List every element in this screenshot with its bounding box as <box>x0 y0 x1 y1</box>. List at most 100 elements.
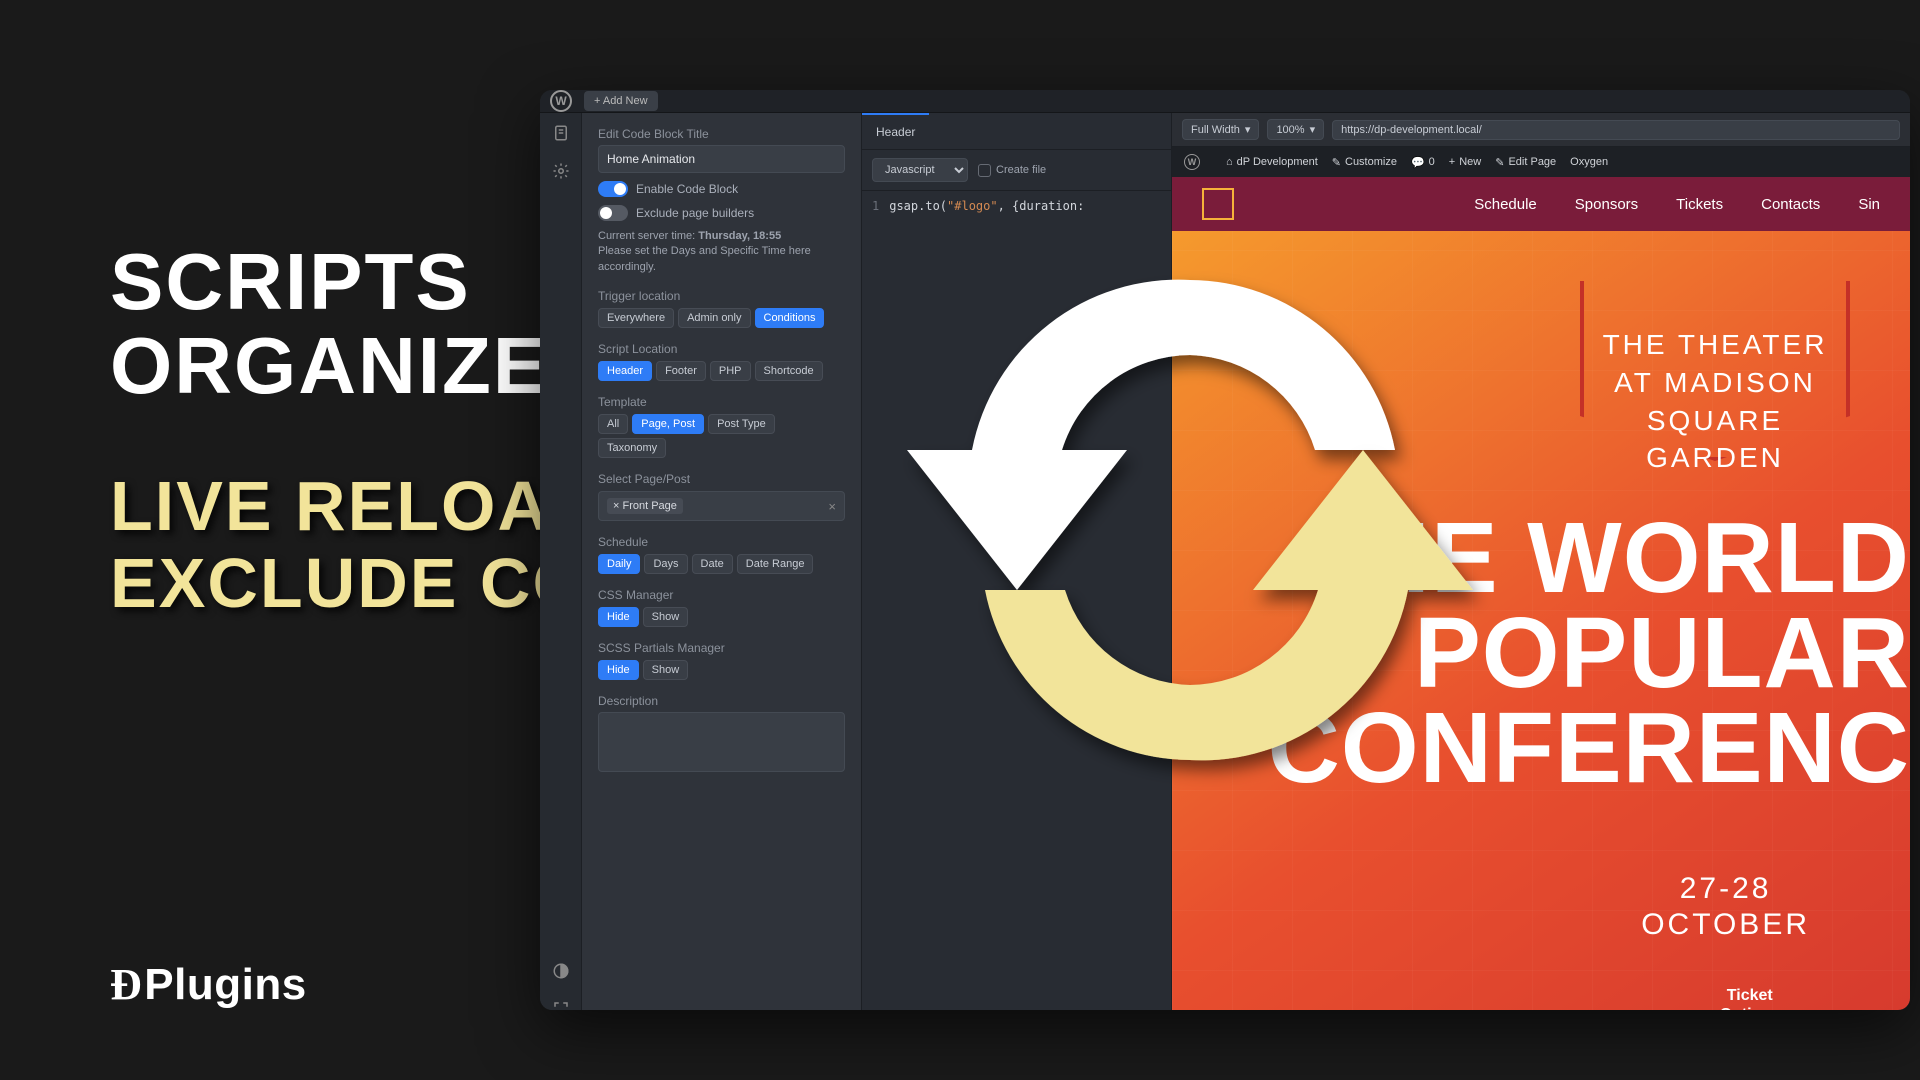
app-window: W + Add New Edit Code Block Title Enable… <box>540 90 1910 1010</box>
brand-mark: Ð <box>110 959 142 1010</box>
nav-more[interactable]: Sin <box>1858 196 1880 213</box>
hero-section: THE THEATER AT MADISON SQUARE GARDEN HE … <box>1172 231 1910 1010</box>
create-file-label: Create file <box>996 164 1046 176</box>
script-location-section: Script Location Header Footer PHP Shortc… <box>598 342 845 381</box>
description-section: Description <box>598 694 845 775</box>
select-page-section: Select Page/Post × Front Page × <box>598 472 845 521</box>
title-line-1: Scripts <box>110 237 471 326</box>
template-label: Template <box>598 395 845 409</box>
nav-tickets[interactable]: Tickets <box>1676 196 1723 213</box>
css-manager-section: CSS Manager Hide Show <box>598 588 845 627</box>
server-time-note: Current server time: Thursday, 18:55 Ple… <box>598 229 845 275</box>
site-logo[interactable] <box>1202 188 1234 220</box>
zoom-select[interactable]: 100%▾ <box>1267 119 1324 140</box>
schedule-section: Schedule Daily Days Date Date Range <box>598 535 845 574</box>
comments-link[interactable]: 💬 0 <box>1411 156 1435 169</box>
editor-tabs: Header <box>862 113 1171 150</box>
clear-icon[interactable]: × <box>828 499 836 514</box>
scss-options: Hide Show <box>598 660 845 680</box>
css-label: CSS Manager <box>598 588 845 602</box>
trigger-section: Trigger location Everywhere Admin only C… <box>598 289 845 328</box>
template-options: All Page, Post Post Type Taxonomy <box>598 414 845 458</box>
tab-header[interactable]: Header <box>862 113 929 149</box>
subtitle-line-1: Live Reload <box>110 467 603 545</box>
code-area[interactable]: 1 gsap.to("#logo", {duration: <box>862 191 1171 221</box>
nav-schedule[interactable]: Schedule <box>1474 196 1537 213</box>
enable-code-block-toggle[interactable] <box>598 181 628 197</box>
scss-show[interactable]: Show <box>643 660 689 680</box>
trigger-everywhere[interactable]: Everywhere <box>598 308 674 328</box>
select-page-input[interactable]: × Front Page × <box>598 491 845 521</box>
hero-overline: THE THEATER AT MADISON SQUARE GARDEN <box>1580 326 1850 477</box>
enable-label: Enable Code Block <box>636 182 738 196</box>
template-section: Template All Page, Post Post Type Taxono… <box>598 395 845 458</box>
loc-shortcode[interactable]: Shortcode <box>755 361 823 381</box>
css-hide[interactable]: Hide <box>598 607 639 627</box>
customize-link[interactable]: ✎ Customize <box>1332 156 1397 169</box>
url-bar[interactable]: https://dp-development.local/ <box>1332 120 1900 140</box>
nav-sponsors[interactable]: Sponsors <box>1575 196 1638 213</box>
oxygen-link[interactable]: Oxygen <box>1570 156 1608 168</box>
css-options: Hide Show <box>598 607 845 627</box>
nav-contacts[interactable]: Contacts <box>1761 196 1820 213</box>
enable-toggle-row: Enable Code Block <box>598 181 845 197</box>
tpl-taxonomy[interactable]: Taxonomy <box>598 438 666 458</box>
chevron-down-icon: ▾ <box>1310 123 1316 136</box>
width-select[interactable]: Full Width▾ <box>1182 119 1259 140</box>
hero-heading: HE WORLD POPULAR CONFERENC <box>1268 511 1910 796</box>
brand-text: Plugins <box>144 960 306 1010</box>
language-select[interactable]: Javascript <box>872 158 968 182</box>
tpl-page-post[interactable]: Page, Post <box>632 414 704 434</box>
new-link[interactable]: + New <box>1449 156 1481 168</box>
exclude-builders-toggle[interactable] <box>598 205 628 221</box>
app-topbar: W + Add New <box>540 90 1910 113</box>
trigger-label: Trigger location <box>598 289 845 303</box>
ticket-options[interactable]: Ticket Options <box>1720 986 1780 1010</box>
sched-date[interactable]: Date <box>692 554 733 574</box>
css-show[interactable]: Show <box>643 607 689 627</box>
selected-page-tag[interactable]: × Front Page <box>607 498 683 514</box>
checkbox-icon <box>978 164 991 177</box>
edit-title-label: Edit Code Block Title <box>598 127 845 141</box>
wp-icon[interactable]: W <box>1184 154 1212 170</box>
script-loc-options: Header Footer PHP Shortcode <box>598 361 845 381</box>
gear-icon[interactable] <box>551 161 571 181</box>
wp-admin-bar: W ⌂ dP Development ✎ Customize 💬 0 + New… <box>1172 147 1910 177</box>
app-body: Edit Code Block Title Enable Code Block … <box>540 113 1910 1010</box>
site-nav: Schedule Sponsors Tickets Contacts Sin <box>1172 177 1910 231</box>
scss-manager-section: SCSS Partials Manager Hide Show <box>598 641 845 680</box>
scss-hide[interactable]: Hide <box>598 660 639 680</box>
code-editor: Header Javascript Create file 1 gsap.to(… <box>862 113 1172 1010</box>
wordpress-icon[interactable]: W <box>550 90 572 112</box>
loc-php[interactable]: PHP <box>710 361 751 381</box>
preview-pane: Full Width▾ 100%▾ https://dp-development… <box>1172 113 1910 1010</box>
sched-range[interactable]: Date Range <box>737 554 814 574</box>
settings-sidebar: Edit Code Block Title Enable Code Block … <box>582 113 862 1010</box>
tpl-post-type[interactable]: Post Type <box>708 414 775 434</box>
brand-logo: ÐPlugins <box>110 959 307 1010</box>
contrast-icon[interactable] <box>551 961 571 981</box>
tpl-all[interactable]: All <box>598 414 628 434</box>
editor-toolbar: Javascript Create file <box>862 150 1171 191</box>
sched-days[interactable]: Days <box>644 554 687 574</box>
add-new-button[interactable]: + Add New <box>584 91 658 111</box>
code-line: gsap.to("#logo", {duration: <box>889 199 1084 213</box>
exclude-label: Exclude page builders <box>636 206 754 220</box>
create-file-checkbox[interactable]: Create file <box>978 164 1046 177</box>
scss-label: SCSS Partials Manager <box>598 641 845 655</box>
loc-header[interactable]: Header <box>598 361 652 381</box>
select-page-label: Select Page/Post <box>598 472 845 486</box>
edit-page-link[interactable]: ✎ Edit Page <box>1495 156 1556 169</box>
description-textarea[interactable] <box>598 712 845 772</box>
fullscreen-icon[interactable] <box>551 999 571 1010</box>
code-block-title-input[interactable] <box>598 145 845 173</box>
desc-label: Description <box>598 694 845 708</box>
site-name[interactable]: ⌂ dP Development <box>1226 156 1318 168</box>
icon-rail <box>540 113 582 1010</box>
preview-page: Schedule Sponsors Tickets Contacts Sin T… <box>1172 177 1910 1010</box>
sched-daily[interactable]: Daily <box>598 554 640 574</box>
document-icon[interactable] <box>551 123 571 143</box>
loc-footer[interactable]: Footer <box>656 361 706 381</box>
trigger-admin[interactable]: Admin only <box>678 308 750 328</box>
trigger-conditions[interactable]: Conditions <box>755 308 825 328</box>
